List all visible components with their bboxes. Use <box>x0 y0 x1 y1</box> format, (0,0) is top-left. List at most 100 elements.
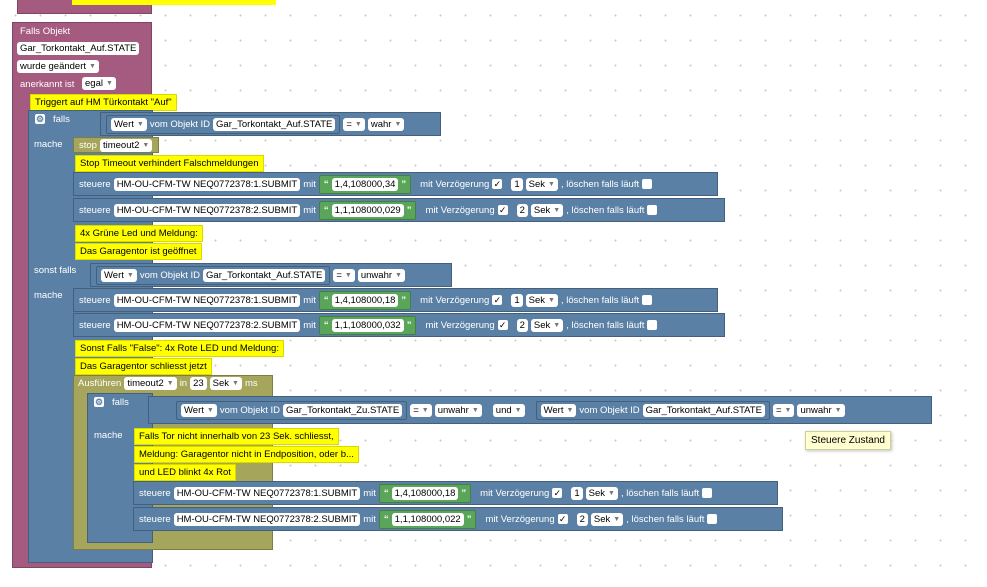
comment-stop-timeout[interactable]: Stop Timeout verhindert Falschmeldungen <box>75 155 264 172</box>
else-if-label: sonst falls <box>34 265 77 276</box>
control-block-4[interactable]: steuere HM-OU-CFM-TW NEQ0772378:2.SUBMIT… <box>73 313 725 337</box>
value-of-object-block[interactable]: Wert ▼ vom Objekt ID Gar_Torkontakt_Auf.S… <box>535 400 770 420</box>
boolean-value[interactable]: unwahr ▼ <box>434 403 482 417</box>
ack-dropdown[interactable]: egal ▼ <box>82 77 116 90</box>
property-dropdown[interactable]: Wert ▼ <box>181 403 217 417</box>
clear-checkbox[interactable] <box>702 488 713 498</box>
delay-checkbox[interactable]: ✓ <box>492 179 503 189</box>
comment-led-blink[interactable]: und LED blinkt 4x Rot <box>134 464 236 481</box>
text-value[interactable]: 1,1,108000,029 <box>331 203 404 217</box>
stop-timeout-block[interactable]: stop timeout2 ▼ <box>73 137 159 153</box>
equals-operator[interactable]: = ▼ <box>333 268 355 282</box>
object-id-field[interactable]: Gar_Torkontakt_Zu.STATE <box>283 403 403 417</box>
text-value[interactable]: 1,1,108000,032 <box>331 318 404 332</box>
text-value[interactable]: 1,4,108000,18 <box>331 293 399 307</box>
timeout-dropdown[interactable]: timeout2 ▼ <box>99 138 153 152</box>
clear-checkbox[interactable] <box>647 320 658 330</box>
timeout-dropdown[interactable]: timeout2 ▼ <box>124 377 177 390</box>
device-field[interactable]: HM-OU-CFM-TW NEQ0772378:1.SUBMIT <box>113 293 301 307</box>
clear-checkbox[interactable] <box>642 179 653 189</box>
property-dropdown[interactable]: Wert ▼ <box>101 268 137 282</box>
equals-operator[interactable]: = ▼ <box>772 403 795 417</box>
object-id-field[interactable]: Gar_Torkontakt_Auf.STATE <box>203 268 326 282</box>
ms-label: ms <box>244 378 258 389</box>
changed-dropdown[interactable]: wurde geändert ▼ <box>17 60 99 73</box>
comment-green-led[interactable]: 4x Grüne Led und Meldung: <box>75 225 203 242</box>
device-field[interactable]: HM-OU-CFM-TW NEQ0772378:2.SUBMIT <box>113 318 301 332</box>
control-block-6[interactable]: steuere HM-OU-CFM-TW NEQ0772378:2.SUBMIT… <box>133 507 783 531</box>
text-literal[interactable]: “1,4,108000,18” <box>318 290 412 310</box>
text-value[interactable]: 1,4,108000,18 <box>391 486 459 500</box>
text-literal[interactable]: “1,4,108000,18” <box>378 483 472 503</box>
text-literal[interactable]: “1,1,108000,029” <box>318 200 417 220</box>
delay-unit-dropdown[interactable]: Sek ▼ <box>525 177 558 191</box>
trigger-object-field[interactable]: Gar_Torkontakt_Auf.STATE <box>17 42 140 55</box>
delay-value[interactable]: 1 <box>511 293 523 307</box>
delay-value[interactable]: 1 <box>511 177 523 191</box>
comment-gate-timeout[interactable]: Falls Tor nicht innerhalb von 23 Sek. sc… <box>134 428 339 445</box>
value-of-object-block[interactable]: Wert ▼ vom Objekt ID Gar_Torkontakt_Zu.ST… <box>176 400 408 420</box>
delay-value[interactable]: 2 <box>516 318 528 332</box>
delay-unit-dropdown[interactable]: Sek ▼ <box>585 486 618 500</box>
control-block-2[interactable]: steuere HM-OU-CFM-TW NEQ0772378:2.SUBMIT… <box>73 198 725 222</box>
delay-unit-dropdown[interactable]: Sek ▼ <box>530 203 564 217</box>
control-block-1[interactable]: steuere HM-OU-CFM-TW NEQ0772378:1.SUBMIT… <box>73 172 718 196</box>
control-block-3[interactable]: steuere HM-OU-CFM-TW NEQ0772378:1.SUBMIT… <box>73 288 718 312</box>
device-field[interactable]: HM-OU-CFM-TW NEQ0772378:2.SUBMIT <box>173 512 361 526</box>
object-id-field[interactable]: Gar_Torkontakt_Auf.STATE <box>642 403 765 417</box>
comment-trigger[interactable]: Triggert auf HM Türkontakt "Auf" <box>30 94 177 111</box>
condition-block-1[interactable]: Wert ▼ vom Objekt ID Gar_Torkontakt_Auf.S… <box>100 112 441 136</box>
text-literal[interactable]: “1,4,108000,34” <box>318 174 412 194</box>
comment-gate-message[interactable]: Meldung: Garagentor nicht in Endposition… <box>134 446 359 463</box>
delay-unit-dropdown[interactable]: Sek ▼ <box>525 293 558 307</box>
and-operator[interactable]: und ▼ <box>492 403 525 417</box>
equals-operator[interactable]: = ▼ <box>410 403 432 417</box>
clear-checkbox[interactable] <box>707 514 718 524</box>
condition-block-2[interactable]: Wert ▼ vom Objekt ID Gar_Torkontakt_Auf.S… <box>90 263 452 287</box>
boolean-value[interactable]: unwahr ▼ <box>797 403 845 417</box>
control-block-5[interactable]: steuere HM-OU-CFM-TW NEQ0772378:1.SUBMIT… <box>133 481 778 505</box>
text-literal[interactable]: “1,1,108000,022” <box>378 509 477 529</box>
timeout-unit-dropdown[interactable]: Sek ▼ <box>209 377 242 390</box>
comment-gate-open[interactable]: Das Garagentor ist geöffnet <box>75 243 202 260</box>
control-label: steuere <box>79 319 111 331</box>
clear-checkbox[interactable] <box>647 205 658 215</box>
delay-value[interactable]: 2 <box>516 203 528 217</box>
delay-checkbox[interactable]: ✓ <box>552 488 563 498</box>
delay-value[interactable]: 1 <box>571 486 583 500</box>
text-value[interactable]: 1,4,108000,34 <box>331 177 399 191</box>
property-dropdown[interactable]: Wert ▼ <box>540 403 577 417</box>
text-value[interactable]: 1,1,108000,022 <box>391 512 464 526</box>
if-label: falls <box>53 114 70 125</box>
delay-unit-dropdown[interactable]: Sek ▼ <box>530 318 564 332</box>
equals-operator[interactable]: = ▼ <box>343 117 365 131</box>
delay-value[interactable]: 2 <box>576 512 588 526</box>
previous-comment-fragment <box>72 0 276 5</box>
delay-checkbox[interactable]: ✓ <box>497 205 508 215</box>
device-field[interactable]: HM-OU-CFM-TW NEQ0772378:1.SUBMIT <box>113 177 301 191</box>
comment-gate-closing[interactable]: Das Garagentor schliesst jetzt <box>75 358 212 375</box>
delay-checkbox[interactable]: ✓ <box>492 295 503 305</box>
gear-icon[interactable]: ⚙ <box>94 397 104 407</box>
property-dropdown[interactable]: Wert ▼ <box>111 117 147 131</box>
gear-icon[interactable]: ⚙ <box>35 114 45 124</box>
boolean-value[interactable]: unwahr ▼ <box>357 268 405 282</box>
object-id-field[interactable]: Gar_Torkontakt_Auf.STATE <box>213 117 336 131</box>
timeout-value[interactable]: 23 <box>190 377 207 390</box>
value-of-object-block[interactable]: Wert ▼ vom Objekt ID Gar_Torkontakt_Auf.S… <box>106 114 341 134</box>
value-of-object-block[interactable]: Wert ▼ vom Objekt ID Gar_Torkontakt_Auf.S… <box>96 265 331 285</box>
chevron-down-icon: ▼ <box>136 120 144 128</box>
device-field[interactable]: HM-OU-CFM-TW NEQ0772378:1.SUBMIT <box>173 486 361 500</box>
delay-checkbox[interactable]: ✓ <box>497 320 508 330</box>
delay-label: mit Verzögerung <box>480 487 550 499</box>
control-label: steuere <box>79 294 111 306</box>
delay-unit-dropdown[interactable]: Sek ▼ <box>590 512 624 526</box>
text-literal[interactable]: “1,1,108000,032” <box>318 315 417 335</box>
condition-block-3[interactable]: Wert ▼ vom Objekt ID Gar_Torkontakt_Zu.ST… <box>148 396 932 424</box>
delay-checkbox[interactable]: ✓ <box>557 514 568 524</box>
control-label: steuere <box>79 178 111 190</box>
device-field[interactable]: HM-OU-CFM-TW NEQ0772378:2.SUBMIT <box>113 203 301 217</box>
boolean-value[interactable]: wahr ▼ <box>367 117 405 131</box>
comment-red-led[interactable]: Sonst Falls "False": 4x Rote LED und Mel… <box>75 340 284 357</box>
clear-checkbox[interactable] <box>642 295 653 305</box>
